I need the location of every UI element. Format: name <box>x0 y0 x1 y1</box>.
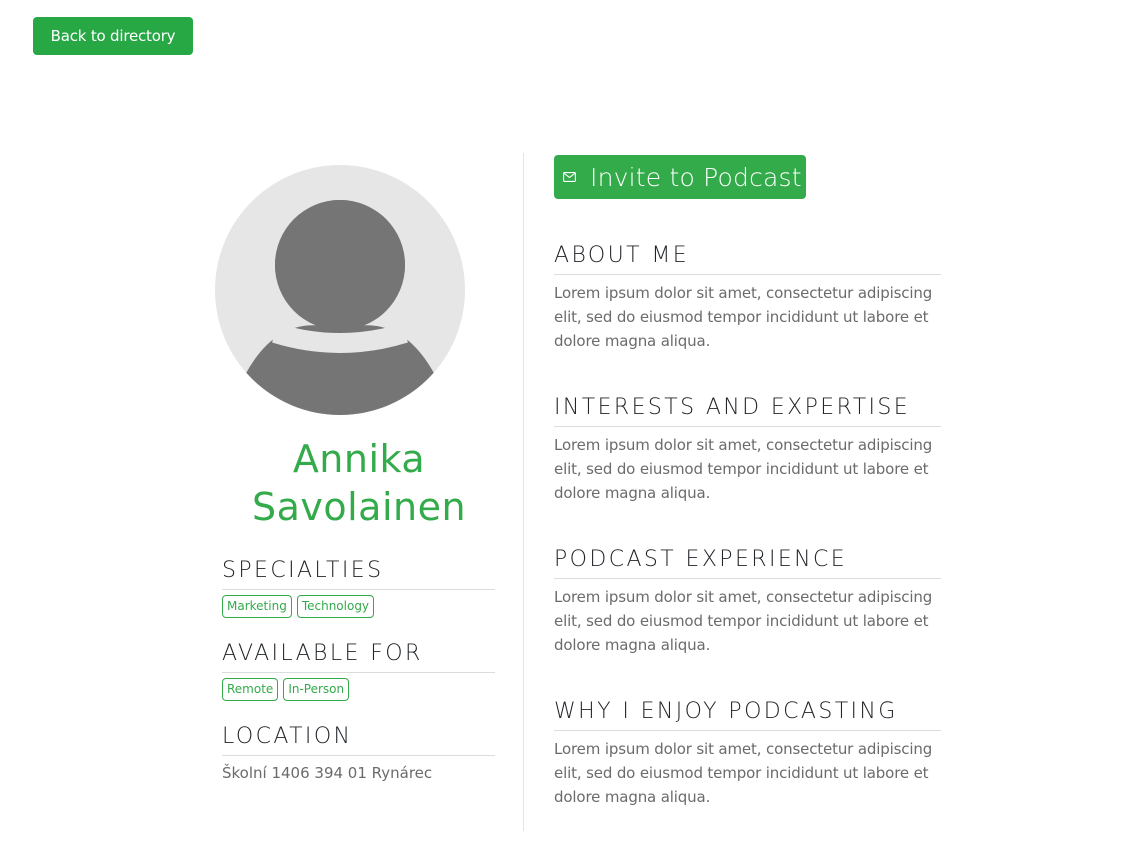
profile-name: Annika Savolainen <box>222 435 496 531</box>
user-silhouette-icon <box>245 200 435 415</box>
podcast-experience-body: Lorem ipsum dolor sit amet, consectetur … <box>554 588 933 654</box>
available-for-tags: Remote In-Person <box>222 678 495 701</box>
interests-title: INTERESTS AND EXPERTISE <box>554 395 941 427</box>
first-name: Annika <box>292 437 426 481</box>
tag-remote: Remote <box>222 678 279 701</box>
about-me-title: ABOUT ME <box>554 243 941 275</box>
tag-marketing: Marketing <box>222 595 292 618</box>
why-podcasting-body: Lorem ipsum dolor sit amet, consectetur … <box>554 740 933 806</box>
location-title: LOCATION <box>222 724 495 756</box>
why-podcasting-title: WHY I ENJOY PODCASTING <box>554 699 941 731</box>
podcast-experience-title: PODCAST EXPERIENCE <box>554 547 941 579</box>
specialties-block: SPECIALTIES Marketing Technology <box>222 558 495 618</box>
tag-technology: Technology <box>296 595 375 618</box>
specialties-tags: Marketing Technology <box>222 595 495 618</box>
location-address: Školní 1406 394 01 Rynárec <box>222 764 433 782</box>
avatar <box>215 165 465 415</box>
tag-in-person: In-Person <box>283 678 350 701</box>
specialties-title: SPECIALTIES <box>222 558 495 590</box>
invite-label: Invite to Podcast <box>590 162 802 192</box>
why-podcasting-section: WHY I ENJOY PODCASTING Lorem ipsum dolor… <box>554 699 941 809</box>
podcast-experience-section: PODCAST EXPERIENCE Lorem ipsum dolor sit… <box>554 547 941 657</box>
column-divider <box>523 153 524 831</box>
invite-to-podcast-button[interactable]: Invite to Podcast <box>554 155 806 199</box>
available-for-title: AVAILABLE FOR <box>222 641 495 673</box>
interests-body: Lorem ipsum dolor sit amet, consectetur … <box>554 436 933 502</box>
about-me-section: ABOUT ME Lorem ipsum dolor sit amet, con… <box>554 243 941 353</box>
last-name: Savolainen <box>251 485 467 529</box>
back-to-directory-button[interactable]: Back to directory <box>33 17 193 55</box>
available-for-block: AVAILABLE FOR Remote In-Person <box>222 641 495 701</box>
location-block: LOCATION Školní 1406 394 01 Rynárec <box>222 724 495 782</box>
envelope-icon <box>563 172 576 182</box>
interests-section: INTERESTS AND EXPERTISE Lorem ipsum dolo… <box>554 395 941 505</box>
about-me-body: Lorem ipsum dolor sit amet, consectetur … <box>554 284 933 350</box>
